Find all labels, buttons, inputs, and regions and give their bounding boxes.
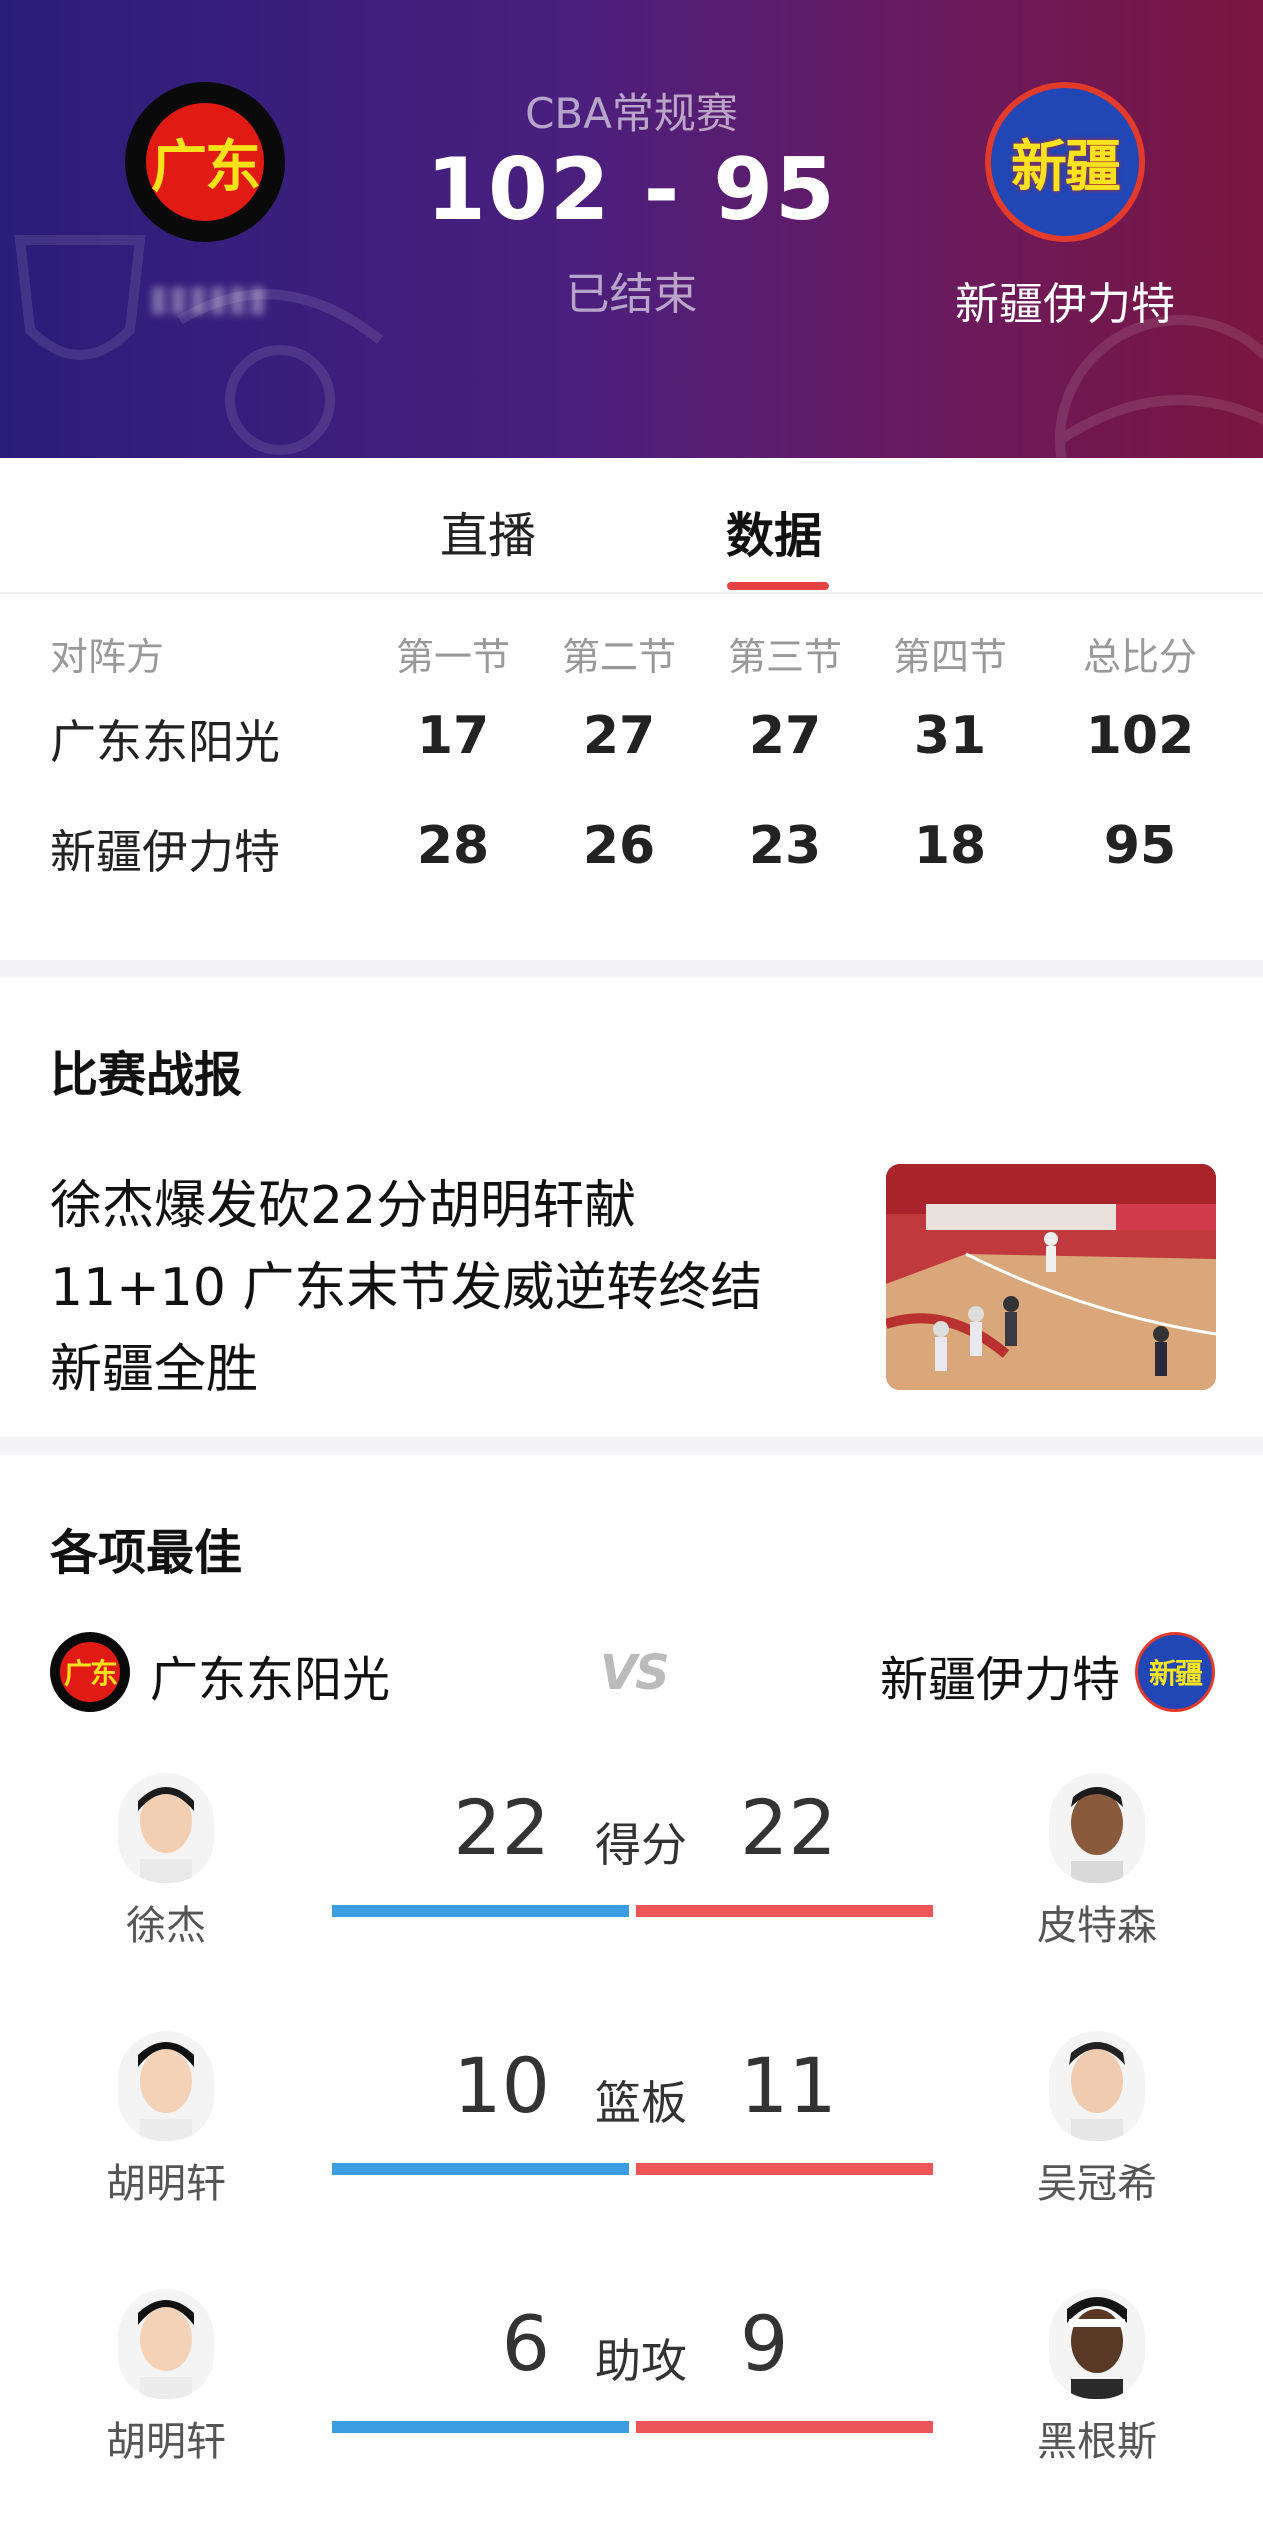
news-headline[interactable]: 徐杰爆发砍22分胡明轩献 11+10 广东末节发威逆转终结 新疆全胜 <box>50 1165 830 1411</box>
team-name-cell: 新疆伊力特 <box>50 825 280 879</box>
quarter-score-table: 对阵方 第一节 第二节 第三节 第四节 总比分 广东东阳光 17 27 27 3… <box>0 596 1263 958</box>
basketball-game-image <box>886 1164 1216 1390</box>
table-header-row: 对阵方 第一节 第二节 第三节 第四节 总比分 <box>0 596 1263 679</box>
away-stat-value: 22 <box>740 1783 837 1872</box>
player-avatar[interactable] <box>118 2031 214 2141</box>
away-stat-bar <box>636 2163 933 2175</box>
score-cell: 28 <box>416 816 490 876</box>
player-avatar[interactable] <box>1049 2031 1145 2141</box>
away-stat-bar <box>636 2421 933 2433</box>
score-cell: 31 <box>913 706 987 766</box>
column-header: 总比分 <box>1082 635 1197 679</box>
column-header: 第一节 <box>395 635 510 679</box>
tab-data[interactable]: 数据 <box>726 496 822 566</box>
home-team-name: 广东东阳光 <box>150 1652 391 1708</box>
player-name[interactable]: 吴冠希 <box>977 2151 1217 2209</box>
home-stat-bar <box>332 2163 629 2175</box>
away-stat-value: 9 <box>740 2299 789 2388</box>
column-header: 对阵方 <box>50 635 165 679</box>
column-header: 第四节 <box>892 635 1007 679</box>
stat-row-points: 徐杰 22 得分 22 皮特森 <box>0 1773 1263 2023</box>
news-section-title: 比赛战报 <box>50 1047 243 1103</box>
score-cell: 17 <box>416 706 490 766</box>
stat-label: 助攻 <box>595 2334 687 2388</box>
player-name[interactable]: 皮特森 <box>977 1893 1217 1951</box>
section-divider <box>0 1437 1263 1455</box>
away-stat-bar <box>636 1905 933 1917</box>
home-stat-value: 6 <box>501 2299 550 2388</box>
home-stat-bar <box>332 1905 629 1917</box>
home-stat-value: 22 <box>453 1783 550 1872</box>
away-team-mini-logo: 新疆 <box>1135 1632 1215 1712</box>
column-header: 第三节 <box>727 635 842 679</box>
stat-row-rebounds: 胡明轩 10 篮板 11 吴冠希 <box>0 2031 1263 2281</box>
score-cell: 23 <box>748 816 822 876</box>
stat-row-assists: 胡明轩 6 助攻 9 黑根斯 <box>0 2289 1263 2532</box>
total-score-cell: 102 <box>1085 706 1195 766</box>
score-cell: 27 <box>582 706 656 766</box>
vs-label: VS <box>600 1645 670 1701</box>
player-avatar[interactable] <box>118 2289 214 2399</box>
player-name[interactable]: 徐杰 <box>46 1893 286 1951</box>
total-score-cell: 95 <box>1103 816 1177 876</box>
away-stat-value: 11 <box>740 2041 837 2130</box>
home-stat-bar <box>332 2421 629 2433</box>
section-divider <box>0 960 1263 978</box>
score-cell: 26 <box>582 816 656 876</box>
player-avatar[interactable] <box>1049 2289 1145 2399</box>
stat-label: 篮板 <box>595 2076 687 2130</box>
tab-bar: 直播 数据 <box>0 458 1263 594</box>
best-section-title: 各项最佳 <box>50 1525 243 1581</box>
active-tab-indicator <box>727 582 829 590</box>
away-team-logo[interactable]: 新疆 <box>985 82 1145 242</box>
away-team-name: 新疆伊力特 <box>879 1652 1120 1708</box>
score-cell: 18 <box>913 816 987 876</box>
home-team-mini-logo: 广东 <box>50 1632 130 1712</box>
player-avatar[interactable] <box>118 1773 214 1883</box>
column-header: 第二节 <box>561 635 676 679</box>
table-row: 新疆伊力特 28 26 23 18 95 <box>0 816 1263 896</box>
player-name[interactable]: 胡明轩 <box>46 2409 286 2467</box>
team-name-cell: 广东东阳光 <box>50 715 280 769</box>
away-team-name[interactable]: 新疆伊力特 <box>920 268 1210 332</box>
news-thumbnail[interactable] <box>886 1164 1216 1390</box>
home-stat-value: 10 <box>453 2041 550 2130</box>
match-header: 广东 ▮▮▮▮▮▮ CBA常规赛 102 - 95 已结束 新疆 新疆伊力特 <box>0 0 1263 458</box>
tab-live[interactable]: 直播 <box>440 496 536 566</box>
player-name[interactable]: 胡明轩 <box>46 2151 286 2209</box>
table-row: 广东东阳光 17 27 27 31 102 <box>0 706 1263 786</box>
stat-label: 得分 <box>595 1818 687 1872</box>
player-avatar[interactable] <box>1049 1773 1145 1883</box>
player-name[interactable]: 黑根斯 <box>977 2409 1217 2467</box>
score-cell: 27 <box>748 706 822 766</box>
